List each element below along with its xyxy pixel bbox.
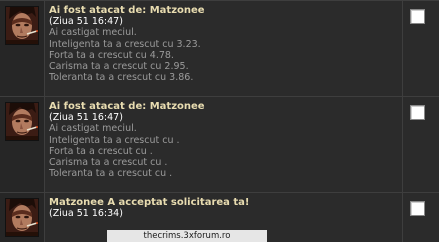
avatar[interactable]	[5, 198, 39, 237]
message-line: Toleranta ta a crescut cu .	[49, 168, 173, 180]
message-line: Inteligenta ta a crescut cu .	[49, 134, 180, 146]
character-avatar-icon	[6, 103, 38, 140]
select-checkbox[interactable]	[410, 201, 425, 216]
watermark: thecrims.3xforum.ro	[107, 230, 267, 242]
avatar-cell	[0, 97, 45, 193]
message-line: Ai castigat meciul.	[49, 27, 137, 39]
message-title[interactable]: Ai fost atacat de: Matzonee	[49, 5, 399, 16]
message-title[interactable]: Ai fost atacat de: Matzonee	[49, 101, 399, 112]
message-time: (Ziua 51 16:47)	[49, 16, 123, 28]
avatar-cell	[0, 193, 45, 242]
select-cell	[402, 97, 439, 193]
message-line: Ai castigat meciul.	[49, 123, 137, 135]
message-line: Toleranta ta a crescut cu 3.86.	[49, 72, 194, 84]
message-time: (Ziua 51 16:34)	[49, 208, 123, 220]
message-line: Forta ta a crescut cu 4.78.	[49, 49, 174, 61]
character-avatar-icon	[6, 7, 38, 44]
select-cell	[402, 1, 439, 97]
message-feed: Ai fost atacat de: Matzonee (Ziua 51 16:…	[0, 0, 439, 242]
message-time: (Ziua 51 16:47)	[49, 112, 123, 124]
message-body: Matzonee A acceptat solicitarea ta! (Ziu…	[49, 197, 399, 219]
message-body: Ai fost atacat de: Matzonee (Ziua 51 16:…	[49, 101, 399, 179]
avatar[interactable]	[5, 102, 39, 141]
message-body: Ai fost atacat de: Matzonee (Ziua 51 16:…	[49, 5, 399, 83]
message-line: Inteligenta ta a crescut cu 3.23.	[49, 38, 201, 50]
message-line: Carisma ta a crescut cu .	[49, 157, 168, 169]
message-title[interactable]: Matzonee A acceptat solicitarea ta!	[49, 197, 399, 208]
message-item: Ai fost atacat de: Matzonee (Ziua 51 16:…	[0, 0, 439, 97]
select-checkbox[interactable]	[410, 105, 425, 120]
character-avatar-icon	[6, 199, 38, 236]
avatar-cell	[0, 1, 45, 97]
message-item: Ai fost atacat de: Matzonee (Ziua 51 16:…	[0, 96, 439, 193]
avatar[interactable]	[5, 6, 39, 45]
message-line: Carisma ta a crescut cu 2.95.	[49, 61, 189, 73]
message-line: Forta ta a crescut cu .	[49, 145, 153, 157]
select-cell	[402, 193, 439, 242]
select-checkbox[interactable]	[410, 9, 425, 24]
